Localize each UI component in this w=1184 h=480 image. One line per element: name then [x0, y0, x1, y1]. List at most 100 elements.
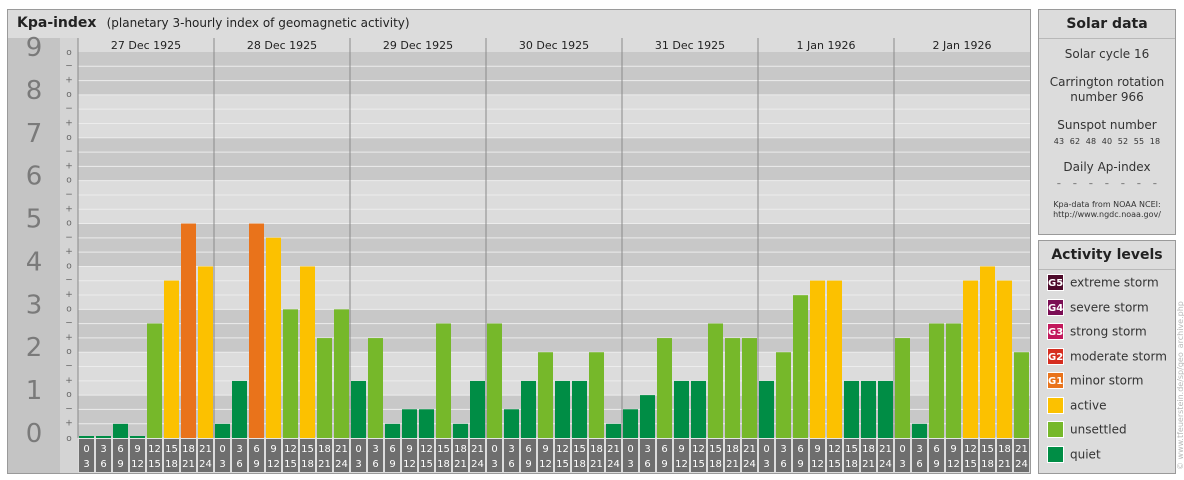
interval-start-label: 12 [964, 444, 977, 455]
legend-item-quiet: quiet [1039, 445, 1175, 471]
legend-item-severe-storm: G4 severe storm [1039, 298, 1175, 324]
ap-index-title: Daily Ap-index [1063, 160, 1151, 174]
interval-start-label: 12 [148, 444, 161, 455]
sunspot-value-5: 55 [1133, 137, 1145, 146]
interval-end-label: 6 [916, 459, 922, 470]
legend-item-minor-storm: G1 minor storm [1039, 372, 1175, 397]
interval-start-label: 9 [542, 444, 548, 455]
ap-value-3: – [1104, 179, 1110, 188]
interval-end-label: 21 [318, 459, 331, 470]
y-minor-label: + [65, 161, 73, 171]
sunspot-value-6: 18 [1149, 137, 1161, 146]
interval-start-label: 12 [692, 444, 705, 455]
kpa-bar [487, 323, 502, 438]
activity-levels-panel: Activity levels G5 extreme storm G4 severe … [1038, 240, 1176, 474]
interval-end-label: 3 [355, 459, 361, 470]
interval-end-label: 24 [335, 459, 348, 470]
interval-end-label: 21 [590, 459, 603, 470]
interval-end-label: 21 [998, 459, 1011, 470]
y-minor-label: + [65, 376, 73, 386]
interval-start-label: 21 [199, 444, 212, 455]
interval-start-label: 15 [709, 444, 722, 455]
y-tick-label: 2 [26, 333, 43, 363]
interval-start-label: 15 [981, 444, 994, 455]
interval-start-label: 12 [284, 444, 297, 455]
interval-end-label: 12 [131, 459, 144, 470]
interval-end-label: 21 [862, 459, 875, 470]
interval-start-label: 15 [301, 444, 314, 455]
kpa-bar [300, 266, 315, 438]
interval-start-label: 3 [644, 444, 650, 455]
kpa-bar [198, 266, 213, 438]
interval-start-label: 0 [219, 444, 225, 455]
legend-item-unsettled: unsettled [1039, 421, 1175, 446]
kpa-bar [113, 423, 128, 438]
sunspot-values: 43 62 48 40 52 55 18 [1039, 137, 1175, 146]
interval-end-label: 15 [692, 459, 705, 470]
y-minor-label: o [66, 48, 72, 58]
interval-start-label: 18 [998, 444, 1011, 455]
interval-end-label: 9 [253, 459, 259, 470]
grid-band [78, 94, 1030, 138]
kpa-bar [266, 237, 281, 438]
ap-value-4: – [1120, 179, 1126, 188]
y-tick-label: 3 [26, 290, 43, 320]
kpa-bar [249, 223, 264, 438]
kpa-bar-chart: 0123456789+−o+−o+−o+−o+−o+−o+−o+−o+−oo27… [8, 33, 1030, 473]
kpa-bar [521, 380, 536, 438]
y-minor-label: − [65, 190, 73, 200]
kpa-bar [572, 380, 587, 438]
legend-swatch: G4 [1047, 298, 1064, 316]
interval-start-label: 9 [814, 444, 820, 455]
interval-end-label: 3 [899, 459, 905, 470]
legend-item-moderate-storm: G2 moderate storm [1039, 347, 1175, 373]
y-tick-label: 6 [26, 162, 43, 192]
kpa-bar [844, 380, 859, 438]
kpa-bar [215, 423, 230, 438]
kpa-bar [470, 380, 485, 438]
interval-start-label: 18 [318, 444, 331, 455]
sunspot-value-3: 40 [1101, 137, 1113, 146]
kpa-bar [164, 280, 179, 438]
interval-end-label: 12 [675, 459, 688, 470]
interval-end-label: 6 [644, 459, 650, 470]
credit-link[interactable]: http://www.ngdc.noaa.gov/ [1039, 210, 1175, 220]
y-minor-label: − [65, 362, 73, 372]
interval-start-label: 6 [797, 444, 803, 455]
interval-start-label: 9 [950, 444, 956, 455]
kpa-bar [725, 338, 740, 438]
interval-end-label: 12 [267, 459, 280, 470]
kpa-bar [861, 380, 876, 438]
interval-end-label: 9 [525, 459, 531, 470]
kpa-bar [742, 338, 757, 438]
ap-value-0: – [1056, 179, 1062, 188]
kpa-bar [283, 309, 298, 438]
grid-band [78, 266, 1030, 310]
kpa-bar [878, 380, 893, 438]
interval-end-label: 6 [372, 459, 378, 470]
legend-label: quiet [1070, 447, 1101, 461]
kpa-bar [708, 323, 723, 438]
day-label: 2 Jan 1926 [933, 39, 992, 52]
interval-start-label: 0 [627, 444, 633, 455]
interval-end-label: 18 [165, 459, 178, 470]
interval-end-label: 18 [709, 459, 722, 470]
sunspot-value-1: 62 [1069, 137, 1081, 146]
y-minor-label: − [65, 233, 73, 243]
interval-start-label: 3 [236, 444, 242, 455]
kpa-bar [640, 395, 655, 438]
carrington-rotation: Carrington rotation number 966 [1039, 75, 1175, 105]
grid-band [78, 52, 1030, 95]
interval-start-label: 9 [406, 444, 412, 455]
day-label: 28 Dec 1925 [247, 39, 317, 52]
interval-start-label: 6 [525, 444, 531, 455]
interval-start-label: 18 [182, 444, 195, 455]
interval-start-label: 3 [780, 444, 786, 455]
y-minor-label: − [65, 147, 73, 157]
interval-end-label: 12 [947, 459, 960, 470]
y-minor-label: − [65, 61, 73, 71]
kpa-bar [759, 380, 774, 438]
interval-start-label: 15 [845, 444, 858, 455]
interval-end-label: 15 [556, 459, 569, 470]
interval-end-label: 21 [726, 459, 739, 470]
